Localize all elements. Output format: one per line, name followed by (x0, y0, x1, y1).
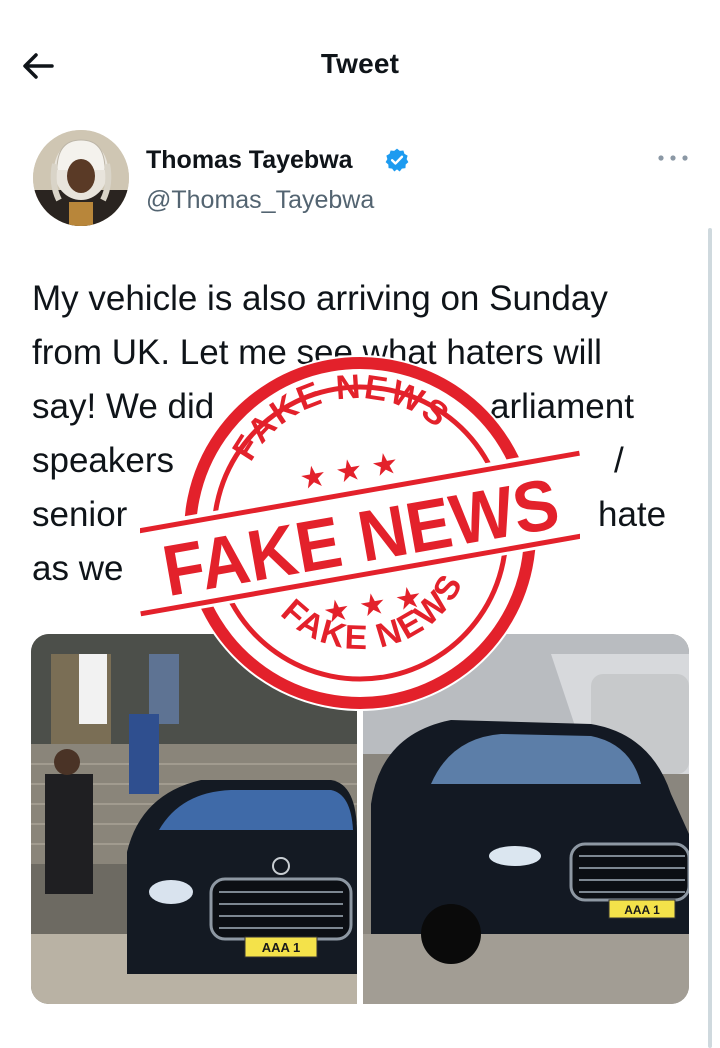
author-handle[interactable]: @Thomas_Tayebwa (146, 186, 374, 215)
tweet-header: Tweet (0, 0, 720, 130)
fake-news-stamp: FAKE NEWS FAKE NEWS ★ ★ ★ ★ ★ ★ FAKE NEW… (140, 350, 580, 711)
left-license-plate: AAA 1 (262, 940, 301, 955)
tweet-fragment: senior (32, 495, 128, 534)
tweet-fragment: hate (598, 495, 667, 534)
avatar[interactable] (33, 130, 129, 226)
verified-badge-icon (385, 148, 409, 172)
author-name[interactable]: Thomas Tayebwa (146, 146, 353, 175)
tweet-line: My vehicle is also arriving on Sunday (32, 279, 608, 318)
right-license-plate: AAA 1 (624, 903, 660, 917)
page-title: Tweet (320, 48, 400, 79)
scrollbar[interactable] (708, 228, 712, 1048)
more-horizontal-icon[interactable] (656, 150, 690, 166)
tweet-fragment: / (614, 441, 624, 480)
